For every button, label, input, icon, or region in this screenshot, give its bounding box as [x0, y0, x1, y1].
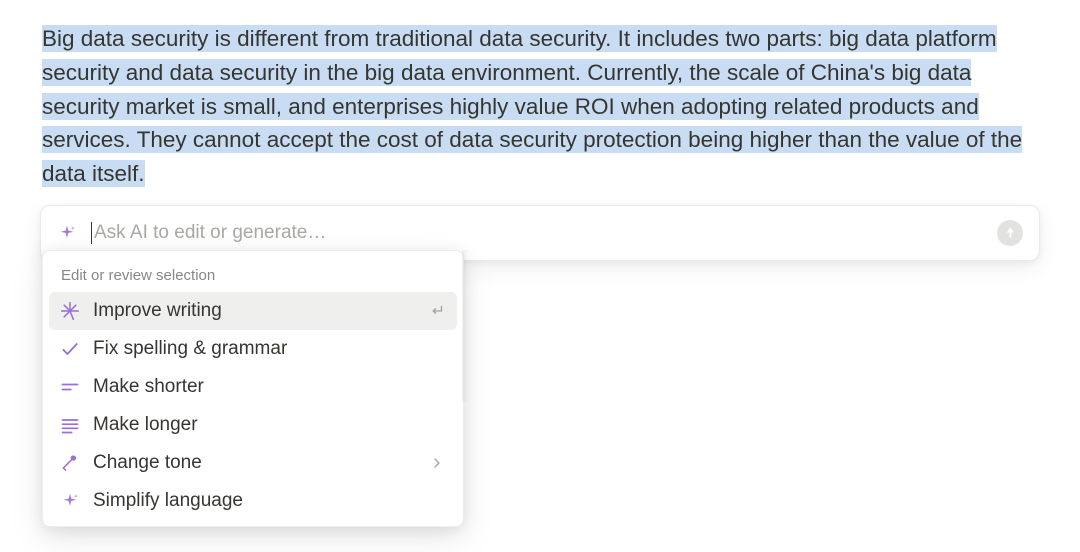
menu-item-make-shorter[interactable]: Make shorter: [49, 368, 457, 406]
lines-short-icon: [59, 376, 81, 398]
highlighted-text: Big data security is different from trad…: [42, 25, 1022, 187]
menu-item-label: Make longer: [93, 414, 447, 436]
check-icon: [59, 338, 81, 360]
menu-item-label: Change tone: [93, 452, 427, 474]
menu-item-label: Fix spelling & grammar: [93, 338, 447, 360]
menu-heading: Edit or review selection: [49, 257, 457, 292]
sparkle-icon: [59, 490, 81, 512]
chevron-right-icon: [427, 453, 447, 473]
microphone-icon: [59, 452, 81, 474]
menu-item-simplify-language[interactable]: Simplify language: [49, 482, 457, 520]
selected-paragraph[interactable]: Big data security is different from trad…: [42, 22, 1038, 191]
enter-key-icon: [427, 301, 447, 321]
magic-wand-icon: [59, 300, 81, 322]
submit-button[interactable]: [997, 220, 1023, 246]
menu-item-label: Simplify language: [93, 490, 447, 512]
menu-item-make-longer[interactable]: Make longer: [49, 406, 457, 444]
lines-long-icon: [59, 414, 81, 436]
text-cursor: [91, 222, 92, 244]
menu-item-improve-writing[interactable]: Improve writing: [49, 292, 457, 330]
ai-prompt-input[interactable]: [94, 222, 997, 244]
sparkle-icon: [57, 223, 77, 243]
menu-item-fix-spelling[interactable]: Fix spelling & grammar: [49, 330, 457, 368]
menu-item-label: Make shorter: [93, 376, 447, 398]
menu-item-change-tone[interactable]: Change tone: [49, 444, 457, 482]
menu-item-label: Improve writing: [93, 300, 427, 322]
ai-actions-menu: Edit or review selection Improve writing: [42, 250, 464, 527]
